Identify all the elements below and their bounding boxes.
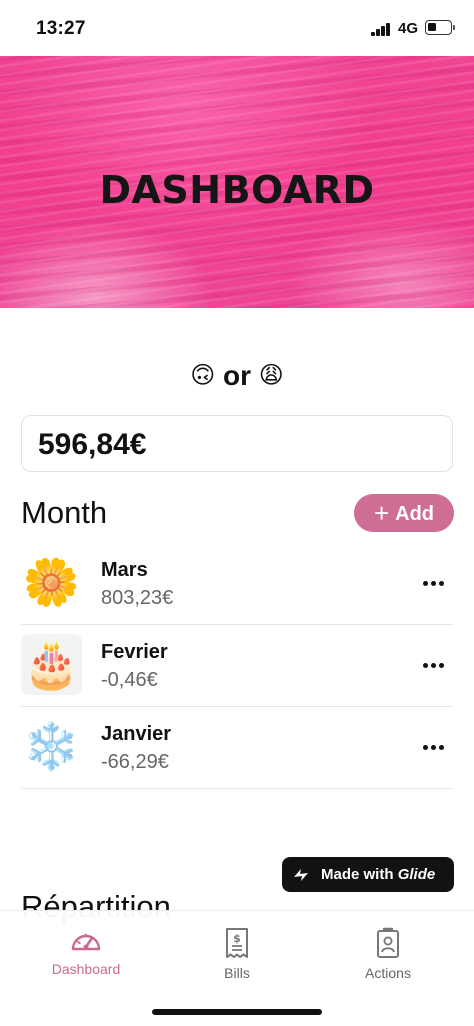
flower-icon: 🌼	[21, 552, 82, 613]
tab-actions[interactable]: Actions	[328, 927, 448, 981]
hero-title: DASHBOARD	[99, 168, 375, 212]
battery-cap	[453, 25, 455, 30]
tab-dashboard[interactable]: Dashboard	[26, 927, 146, 977]
month-section-title: Month	[21, 495, 108, 530]
glide-badge-text: Made with Glide	[321, 857, 435, 892]
list-item[interactable]: 🎂 Fevrier -0,46€	[21, 625, 453, 707]
add-button-label: Add	[395, 503, 435, 525]
battery-icon	[425, 20, 452, 35]
svg-text:$: $	[233, 932, 241, 945]
weary-face-icon: 😩	[258, 362, 284, 389]
glide-brand: Glide	[397, 866, 436, 883]
list-item-title: Fevrier	[101, 641, 168, 663]
list-item-amount: -66,29€	[101, 751, 169, 773]
add-month-button[interactable]: + Add	[354, 494, 454, 532]
network-label: 4G	[398, 20, 419, 37]
list-item[interactable]: 🌼 Mars 803,23€	[21, 543, 453, 625]
tab-label: Actions	[365, 965, 411, 981]
hero-banner: DASHBOARD	[0, 56, 474, 308]
made-with-glide-badge[interactable]: Made with Glide	[282, 857, 454, 892]
list-item-title: Janvier	[101, 723, 172, 745]
list-item-amount: -0,46€	[101, 669, 158, 691]
list-item-amount: 803,23€	[101, 587, 174, 609]
mood-connector: or	[223, 360, 251, 391]
tab-bills[interactable]: $ Bills	[177, 927, 297, 981]
balance-value: 596,84€	[38, 428, 147, 461]
more-options-icon[interactable]	[423, 581, 444, 586]
list-item[interactable]: ❄️ Janvier -66,29€	[21, 707, 453, 789]
more-options-icon[interactable]	[423, 745, 444, 750]
battery-level	[428, 23, 436, 31]
month-list: 🌼 Mars 803,23€ 🎂 Fevrier -0,46€ ❄️ Janvi…	[21, 543, 453, 789]
snowflake-icon: ❄️	[21, 716, 82, 777]
signal-icon	[371, 23, 391, 36]
more-options-icon[interactable]	[423, 663, 444, 668]
list-item-title: Mars	[101, 559, 148, 581]
balance-card: 596,84€	[21, 415, 453, 472]
glide-badge-prefix: Made with	[321, 866, 394, 883]
contact-card-icon	[377, 927, 399, 958]
cake-icon: 🎂	[21, 634, 82, 695]
gauge-icon	[71, 933, 101, 951]
plus-icon: +	[373, 498, 390, 528]
home-indicator	[152, 1009, 322, 1015]
tab-label: Dashboard	[51, 961, 121, 977]
status-bar: 13:27 4G	[0, 0, 474, 56]
tab-label: Bills	[224, 965, 250, 981]
mood-line: 🙃 or 😩	[0, 360, 474, 392]
glide-logo-icon	[294, 869, 308, 881]
bill-icon: $	[226, 928, 248, 958]
status-time: 13:27	[36, 18, 86, 39]
upside-down-face-icon: 🙃	[190, 362, 216, 389]
